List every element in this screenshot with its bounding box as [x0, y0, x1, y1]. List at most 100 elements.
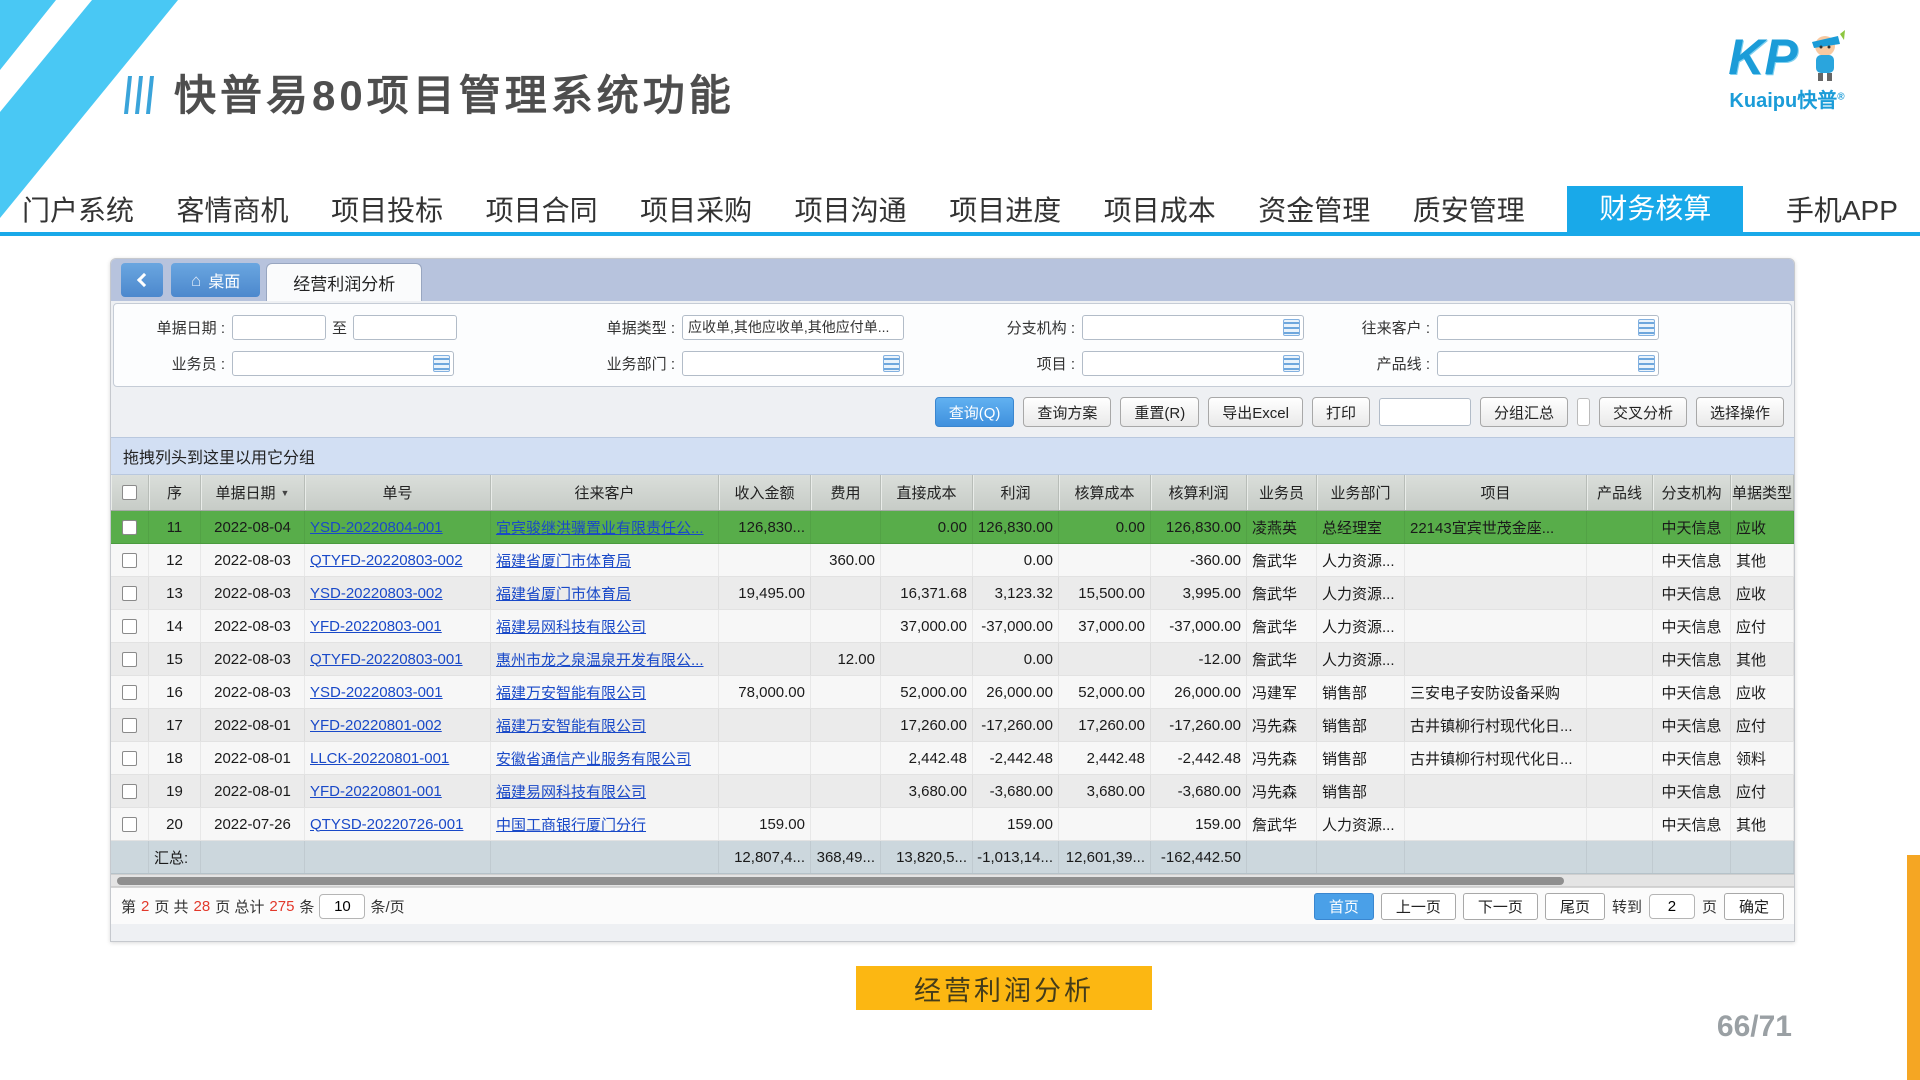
list-lookup-icon[interactable]: [1283, 355, 1300, 372]
select-action-button[interactable]: 选择操作: [1696, 397, 1784, 427]
col-header-acct_profit[interactable]: 核算利润: [1151, 475, 1247, 510]
customer-link[interactable]: 福建万安智能有限公司: [496, 715, 646, 736]
row-checkbox[interactable]: [122, 817, 137, 832]
nav-item-2[interactable]: 客情商机: [177, 189, 289, 229]
col-header-project[interactable]: 项目: [1405, 475, 1587, 510]
customer-link[interactable]: 福建易网科技有限公司: [496, 781, 646, 802]
customer-link[interactable]: 福建易网科技有限公司: [496, 616, 646, 637]
col-header-profit[interactable]: 利润: [973, 475, 1059, 510]
docno-link[interactable]: YFD-20220801-002: [310, 717, 442, 734]
nav-item-3[interactable]: 项目投标: [331, 189, 443, 229]
filter-doc-date-from-input[interactable]: [232, 315, 326, 340]
table-row-12[interactable]: 122022-08-03QTYFD-20220803-002福建省厦门市体育局3…: [111, 544, 1794, 577]
cross-analysis-button[interactable]: 交叉分析: [1599, 397, 1687, 427]
list-lookup-icon[interactable]: [433, 355, 450, 372]
group-drop-zone[interactable]: 拖拽列头到这里以用它分组: [111, 437, 1794, 475]
col-header-income[interactable]: 收入金额: [719, 475, 811, 510]
nav-item-12[interactable]: 手机APP: [1786, 189, 1898, 229]
list-lookup-icon[interactable]: [1638, 355, 1655, 372]
col-header-docno[interactable]: 单号: [305, 475, 491, 510]
docno-link[interactable]: YSD-20220803-001: [310, 684, 443, 701]
nav-item-9[interactable]: 资金管理: [1258, 189, 1370, 229]
tab-desktop[interactable]: ⌂ 桌面: [171, 263, 260, 297]
filter-dept-input[interactable]: [682, 351, 904, 376]
nav-item-5[interactable]: 项目采购: [640, 189, 752, 229]
per-page-input[interactable]: [319, 894, 365, 919]
row-checkbox[interactable]: [122, 619, 137, 634]
docno-link[interactable]: YSD-20220804-001: [310, 519, 443, 536]
list-lookup-icon[interactable]: [883, 355, 900, 372]
filter-salesman-input[interactable]: [232, 351, 454, 376]
print-button[interactable]: 打印: [1312, 397, 1370, 427]
list-lookup-icon[interactable]: [1283, 319, 1300, 336]
customer-link[interactable]: 福建万安智能有限公司: [496, 682, 646, 703]
page-first-button[interactable]: 首页: [1314, 893, 1374, 920]
query-plan-button[interactable]: 查询方案: [1023, 397, 1111, 427]
docno-link[interactable]: YFD-20220803-001: [310, 618, 442, 635]
row-checkbox[interactable]: [122, 685, 137, 700]
customer-link[interactable]: 福建省厦门市体育局: [496, 550, 631, 571]
back-button[interactable]: [121, 263, 163, 297]
page-prev-button[interactable]: 上一页: [1381, 893, 1456, 920]
table-row-20[interactable]: 202022-07-26QTYSD-20220726-001中国工商银行厦门分行…: [111, 808, 1794, 841]
tab-profit-analysis[interactable]: 经营利润分析: [266, 263, 422, 301]
row-checkbox[interactable]: [122, 652, 137, 667]
group-summary-button[interactable]: 分组汇总: [1480, 397, 1568, 427]
docno-link[interactable]: LLCK-20220801-001: [310, 750, 449, 767]
filter-project-input[interactable]: [1082, 351, 1304, 376]
customer-link[interactable]: 惠州市龙之泉温泉开发有限公...: [496, 649, 704, 670]
col-header-dept[interactable]: 业务部门: [1317, 475, 1405, 510]
row-checkbox[interactable]: [122, 751, 137, 766]
confirm-button[interactable]: 确定: [1724, 893, 1784, 920]
customer-link[interactable]: 安徽省通信产业服务有限公司: [496, 748, 691, 769]
customer-link[interactable]: 宜宾骏继洪骥置业有限责任公...: [496, 517, 704, 538]
scrollbar-thumb[interactable]: [117, 877, 1564, 885]
nav-item-8[interactable]: 项目成本: [1104, 189, 1216, 229]
col-header-product_line[interactable]: 产品线: [1587, 475, 1653, 510]
col-header-direct_cost[interactable]: 直接成本: [881, 475, 973, 510]
filter-doc-type-input[interactable]: [682, 315, 904, 340]
reset-button[interactable]: 重置(R): [1120, 397, 1199, 427]
nav-item-10[interactable]: 质安管理: [1413, 189, 1525, 229]
filter-product-line-input[interactable]: [1437, 351, 1659, 376]
filter-customer-input[interactable]: [1437, 315, 1659, 340]
table-row-14[interactable]: 142022-08-03YFD-20220803-001福建易网科技有限公司37…: [111, 610, 1794, 643]
table-row-16[interactable]: 162022-08-03YSD-20220803-001福建万安智能有限公司78…: [111, 676, 1794, 709]
nav-item-11[interactable]: 财务核算: [1567, 186, 1743, 232]
table-row-15[interactable]: 152022-08-03QTYFD-20220803-001惠州市龙之泉温泉开发…: [111, 643, 1794, 676]
page-next-button[interactable]: 下一页: [1463, 893, 1538, 920]
customer-link[interactable]: 中国工商银行厦门分行: [496, 814, 646, 835]
nav-item-4[interactable]: 项目合同: [486, 189, 598, 229]
goto-page-input[interactable]: [1649, 894, 1695, 919]
docno-link[interactable]: YSD-20220803-002: [310, 585, 443, 602]
row-checkbox[interactable]: [122, 520, 137, 535]
filter-branch-input[interactable]: [1082, 315, 1304, 340]
docno-link[interactable]: QTYFD-20220803-001: [310, 651, 463, 668]
docno-link[interactable]: YFD-20220801-001: [310, 783, 442, 800]
filter-doc-date-to-input[interactable]: [353, 315, 457, 340]
col-header-acct_cost[interactable]: 核算成本: [1059, 475, 1151, 510]
col-header-date[interactable]: 单据日期▼: [201, 475, 305, 510]
query-button[interactable]: 查询(Q): [935, 397, 1015, 427]
nav-item-1[interactable]: 门户系统: [22, 189, 134, 229]
col-header-salesman[interactable]: 业务员: [1247, 475, 1317, 510]
col-header-check[interactable]: [111, 475, 149, 510]
table-row-17[interactable]: 172022-08-01YFD-20220801-002福建万安智能有限公司17…: [111, 709, 1794, 742]
nav-item-7[interactable]: 项目进度: [949, 189, 1061, 229]
col-header-branch[interactable]: 分支机构: [1653, 475, 1731, 510]
table-row-13[interactable]: 132022-08-03YSD-20220803-002福建省厦门市体育局19,…: [111, 577, 1794, 610]
customer-link[interactable]: 福建省厦门市体育局: [496, 583, 631, 604]
nav-item-6[interactable]: 项目沟通: [795, 189, 907, 229]
row-checkbox[interactable]: [122, 784, 137, 799]
list-lookup-icon[interactable]: [1638, 319, 1655, 336]
table-row-18[interactable]: 182022-08-01LLCK-20220801-001安徽省通信产业服务有限…: [111, 742, 1794, 775]
docno-link[interactable]: QTYFD-20220803-002: [310, 552, 463, 569]
export-excel-button[interactable]: 导出Excel: [1208, 397, 1303, 427]
toolbar-blank-input[interactable]: [1379, 398, 1471, 426]
col-header-doc_type[interactable]: 单据类型: [1731, 475, 1794, 510]
select-all-checkbox[interactable]: [122, 485, 137, 500]
page-last-button[interactable]: 尾页: [1545, 893, 1605, 920]
docno-link[interactable]: QTYSD-20220726-001: [310, 816, 463, 833]
col-header-fee[interactable]: 费用: [811, 475, 881, 510]
col-header-seq[interactable]: 序: [149, 475, 201, 510]
